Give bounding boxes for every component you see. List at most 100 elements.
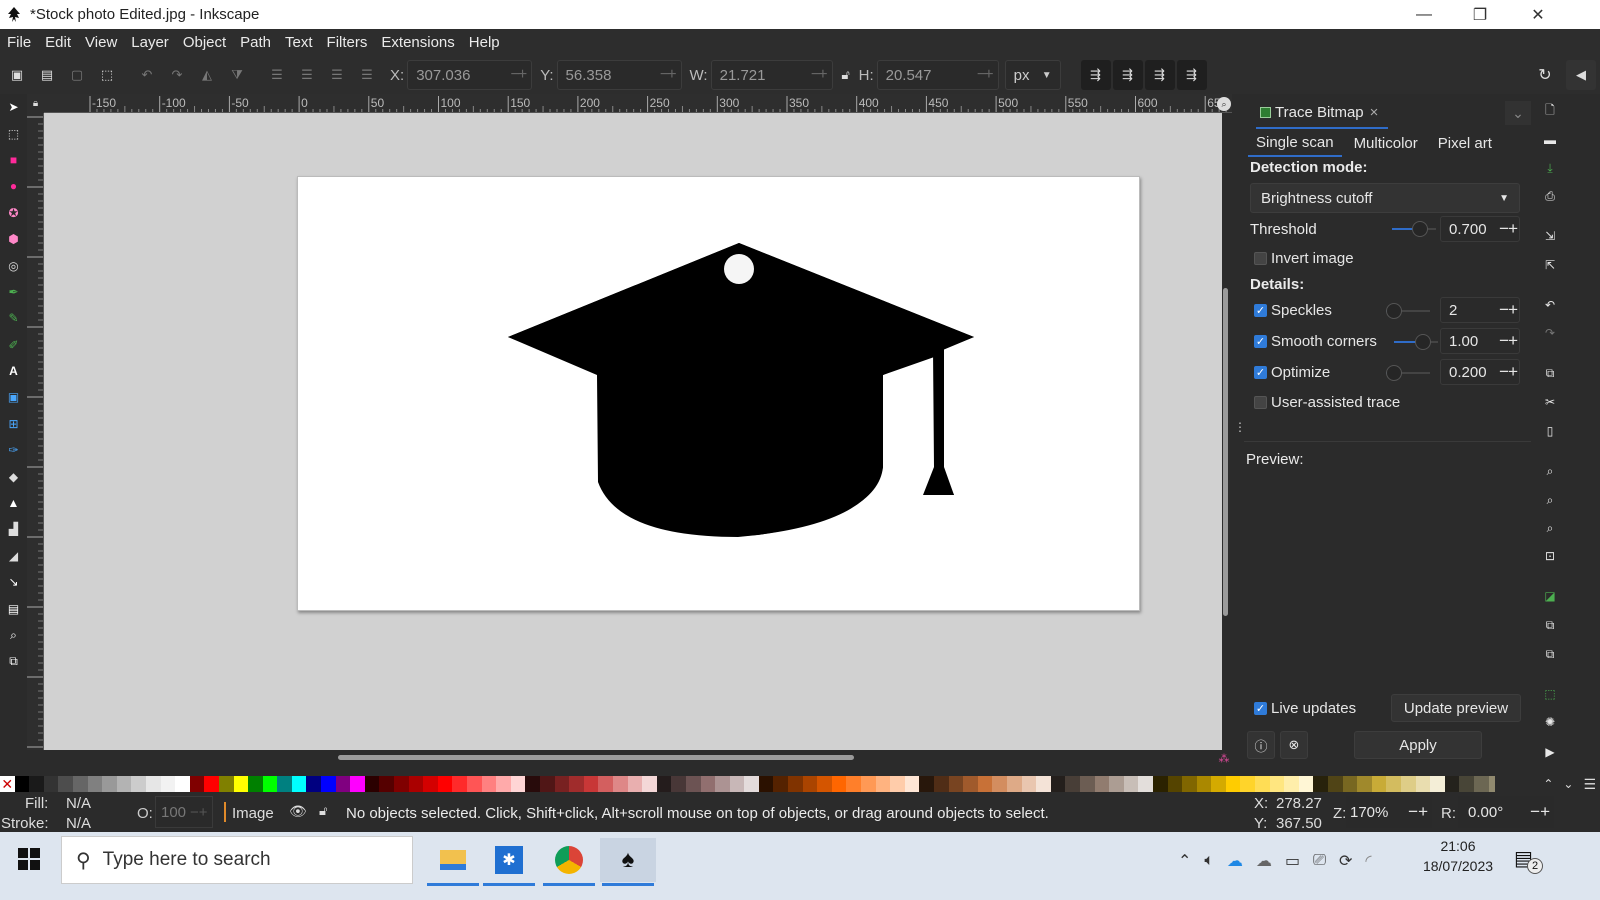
color-swatch[interactable]	[1036, 776, 1051, 792]
color-swatch[interactable]	[685, 776, 701, 792]
zoom-page-button[interactable]: ⌕	[1536, 516, 1564, 540]
more-commands-button[interactable]: ▶	[1536, 740, 1564, 764]
menu-file[interactable]: File	[0, 34, 38, 51]
color-swatch[interactable]	[87, 776, 103, 792]
palette-scroll-up-icon[interactable]: ⌃	[1543, 777, 1553, 791]
horizontal-ruler[interactable]: -150 -100 -50 0 50 100 150 200 250 300 350 400 450 50…	[44, 94, 1232, 113]
color-swatch[interactable]	[437, 776, 453, 792]
redo-button[interactable]: ↷	[1536, 321, 1564, 345]
color-swatch[interactable]	[919, 776, 934, 792]
width-field[interactable]: 21.721 −+	[710, 60, 833, 90]
color-swatch[interactable]	[160, 776, 176, 792]
color-swatch[interactable]	[1167, 776, 1183, 792]
color-swatch[interactable]	[583, 776, 599, 792]
rotate-stepper[interactable]: −+	[1530, 802, 1550, 822]
apply-button[interactable]: Apply	[1354, 731, 1482, 759]
color-swatch[interactable]	[569, 776, 584, 792]
minimize-button[interactable]: —	[1396, 0, 1452, 29]
color-swatch[interactable]	[1473, 776, 1489, 792]
color-swatch[interactable]	[598, 776, 613, 792]
open-button[interactable]: ▬	[1536, 128, 1564, 152]
optimize-checkbox[interactable]: ✓ Optimize	[1254, 364, 1330, 381]
color-swatch[interactable]	[496, 776, 511, 792]
color-swatch[interactable]	[554, 776, 570, 792]
color-swatch[interactable]	[72, 776, 88, 792]
touch-select-button[interactable]: ⬚	[92, 60, 122, 90]
color-swatch[interactable]	[1298, 776, 1314, 792]
color-swatch[interactable]	[131, 776, 146, 792]
selector-tool[interactable]: ➤	[0, 94, 27, 120]
paste-button[interactable]: ▯	[1536, 419, 1564, 443]
raise-to-top-button[interactable]: ☰	[262, 60, 292, 90]
color-swatch[interactable]	[116, 776, 132, 792]
checkbox-box[interactable]: ✓	[1254, 304, 1267, 317]
menu-view[interactable]: View	[78, 34, 124, 51]
color-swatch[interactable]	[175, 776, 190, 792]
color-swatch[interactable]	[262, 776, 278, 792]
menu-extensions[interactable]: Extensions	[374, 34, 461, 51]
color-swatch[interactable]	[233, 776, 249, 792]
color-swatch[interactable]	[1109, 776, 1124, 792]
color-swatch[interactable]	[1444, 776, 1460, 792]
save-button[interactable]: ⤓	[1536, 156, 1564, 180]
slider-knob[interactable]	[1386, 303, 1402, 319]
live-updates-checkbox[interactable]: ✓ Live updates	[1254, 700, 1356, 717]
color-swatch[interactable]	[1269, 776, 1285, 792]
slider-knob[interactable]	[1415, 334, 1431, 350]
horizontal-scroll-thumb[interactable]	[338, 755, 854, 760]
speckles-spinbox[interactable]: 2 −+	[1440, 297, 1520, 323]
color-swatch[interactable]	[890, 776, 905, 792]
layer-lock-icon[interactable]: 🔓︎	[319, 803, 327, 819]
threshold-stepper[interactable]: −+	[1499, 219, 1518, 239]
guide-lock-button[interactable]: 🔒︎	[27, 94, 44, 113]
color-swatch[interactable]	[29, 776, 44, 792]
color-swatch[interactable]	[1225, 776, 1241, 792]
color-swatch[interactable]	[773, 776, 789, 792]
menu-filters[interactable]: Filters	[320, 34, 375, 51]
zoom-correction-button[interactable]: ⌕	[1217, 97, 1231, 111]
move-patterns-button[interactable]: ⇶	[1176, 60, 1207, 90]
color-swatch[interactable]	[248, 776, 263, 792]
color-swatch[interactable]	[277, 776, 292, 792]
color-swatch[interactable]	[963, 776, 978, 792]
detection-mode-select[interactable]: Brightness cutoff ▼	[1250, 183, 1520, 213]
color-swatch[interactable]	[145, 776, 161, 792]
pen-tool[interactable]: ✒	[0, 279, 27, 305]
tab-trace-bitmap[interactable]: Trace Bitmap ×	[1256, 97, 1388, 129]
color-swatch[interactable]	[1021, 776, 1037, 792]
color-swatch[interactable]	[1328, 776, 1343, 792]
calligraphy-tool[interactable]: ✐	[0, 332, 27, 358]
smooth-corners-stepper[interactable]: −+	[1499, 331, 1518, 351]
color-swatch[interactable]	[817, 776, 832, 792]
checkbox-box[interactable]	[1254, 396, 1267, 409]
wifi-icon[interactable]: ◜	[1365, 851, 1371, 871]
color-swatch[interactable]	[1138, 776, 1153, 792]
height-field[interactable]: 20.547 −+	[876, 60, 999, 90]
color-manage-toggle[interactable]: ⁂	[1216, 750, 1232, 766]
color-swatch[interactable]	[408, 776, 424, 792]
tab-close-icon[interactable]: ×	[1370, 104, 1379, 121]
show-hidden-icons-icon[interactable]: ⌃	[1178, 851, 1191, 871]
ellipse-tool[interactable]: ●	[0, 173, 27, 199]
mesh-tool[interactable]: ⊞	[0, 411, 27, 437]
flip-horizontal-button[interactable]: ◭	[192, 60, 222, 90]
zoom-stepper[interactable]: −+	[1408, 802, 1428, 822]
color-swatch[interactable]	[627, 776, 643, 792]
y-stepper[interactable]: −+	[660, 66, 677, 84]
color-swatch[interactable]	[291, 776, 307, 792]
fill-value[interactable]: N/A	[66, 795, 91, 812]
checkbox-box[interactable]: ✓	[1254, 702, 1267, 715]
color-swatch[interactable]	[189, 776, 205, 792]
color-swatch[interactable]	[1386, 776, 1401, 792]
color-swatch[interactable]	[1050, 776, 1066, 792]
color-swatch[interactable]	[1065, 776, 1080, 792]
close-button[interactable]: ✕	[1510, 0, 1566, 29]
color-swatch[interactable]	[861, 776, 876, 792]
undo-button[interactable]: ↶	[1536, 293, 1564, 317]
color-swatch[interactable]	[306, 776, 322, 792]
spray-tool[interactable]: ▟	[0, 516, 27, 542]
new-document-button[interactable]: 🗋︎	[1536, 99, 1564, 123]
h-stepper[interactable]: −+	[977, 66, 994, 84]
rotate-ccw-button[interactable]: ↶	[132, 60, 162, 90]
color-swatch[interactable]	[1313, 776, 1329, 792]
